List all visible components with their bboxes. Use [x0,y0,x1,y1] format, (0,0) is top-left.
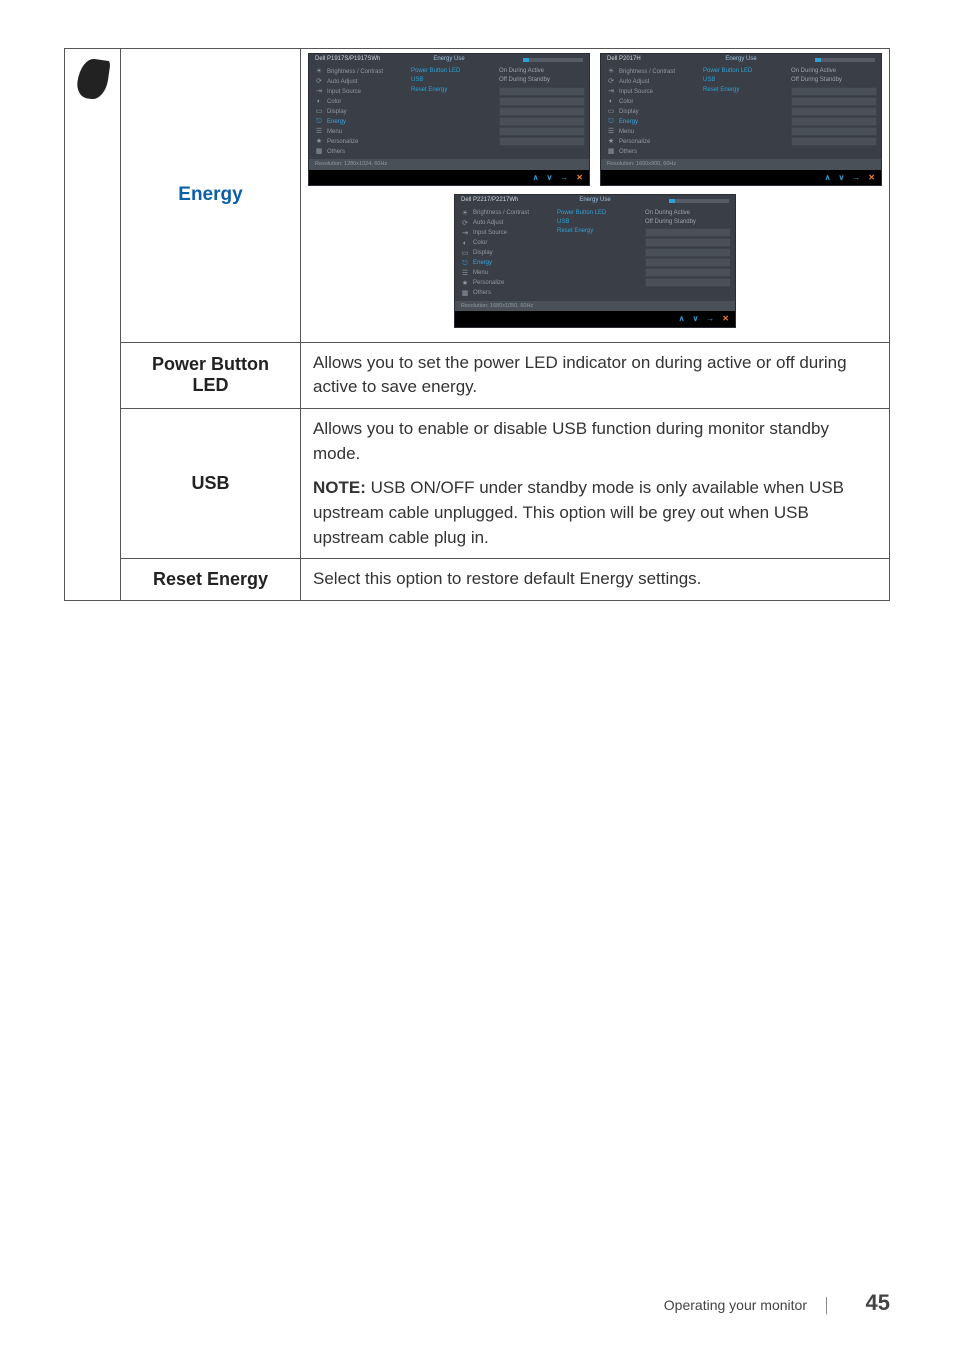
usb-note: NOTE: USB ON/OFF under standby mode is o… [313,476,877,550]
row-label-power-button-led: Power Button LED [121,342,301,408]
osd-screenshot-p2217: Dell P2217/P2217Wh Energy Use ☀Brightnes… [454,194,736,327]
osd-title: Energy Use [579,197,610,204]
energy-icon: ⎋ [315,118,323,126]
nav-down-icon: ∨ [546,173,552,183]
menu-icon: ☰ [315,128,323,136]
energy-bar-icon [815,58,875,62]
osd-nav: ∧ ∨ → ✕ [309,170,589,186]
others-icon: ▦ [315,148,323,156]
nav-enter-icon: → [560,173,568,183]
osd-title: Energy Use [433,56,464,63]
footer-section: Operating your monitor [664,1297,807,1313]
energy-screenshots-cell: Dell P1917S/P1917SWh Energy Use ☀Brightn… [301,49,890,343]
osd-submenu: Power Button LED USB Reset Energy [409,65,495,159]
input-icon: ⇥ [315,88,323,96]
energy-bar-icon [523,58,583,62]
settings-table: Energy Dell P1917S/P1917SWh Energy Use [64,48,890,601]
nav-up-icon: ∧ [533,173,539,183]
page-footer: Operating your monitor │ 45 [664,1290,890,1316]
osd-model: Dell P1917S/P1917SWh [315,56,380,63]
leaf-icon [75,57,110,101]
osd-model: Dell P2217/P2217Wh [461,197,518,204]
row-desc-usb: Allows you to enable or disable USB func… [301,409,890,559]
footer-page-number: 45 [866,1290,890,1315]
row-label-reset-energy: Reset Energy [121,559,301,601]
star-icon: ★ [315,138,323,146]
row-desc-reset-energy: Select this option to restore default En… [301,559,890,601]
footer-divider: │ [823,1297,832,1313]
osd-title: Energy Use [725,56,756,63]
energy-label: Energy [178,184,242,205]
color-icon: ◐ [315,98,323,106]
row-label-energy: Energy [121,49,301,343]
osd-values: On During Active Off During Standby [495,65,589,159]
osd-left-menu: ☀Brightness / Contrast ⟳Auto Adjust ⇥Inp… [309,65,409,159]
osd-model: Dell P2017H [607,56,641,63]
osd-resolution: Resolution: 1280x1024, 60Hz [309,159,589,170]
osd-screenshot-p1917s: Dell P1917S/P1917SWh Energy Use ☀Brightn… [308,53,590,186]
osd-screenshot-group: Dell P1917S/P1917SWh Energy Use ☀Brightn… [307,53,883,338]
nav-exit-icon: ✕ [576,173,583,183]
row-desc-power-button-led: Allows you to set the power LED indicato… [301,342,890,408]
auto-icon: ⟳ [315,78,323,86]
energy-icon-cell [65,49,121,601]
sun-icon: ☀ [315,68,323,76]
display-icon: ▭ [315,108,323,116]
row-label-usb: USB [121,409,301,559]
osd-screenshot-p2017h: Dell P2017H Energy Use ☀Brightness / Con… [600,53,882,186]
energy-bar-icon [669,199,729,203]
